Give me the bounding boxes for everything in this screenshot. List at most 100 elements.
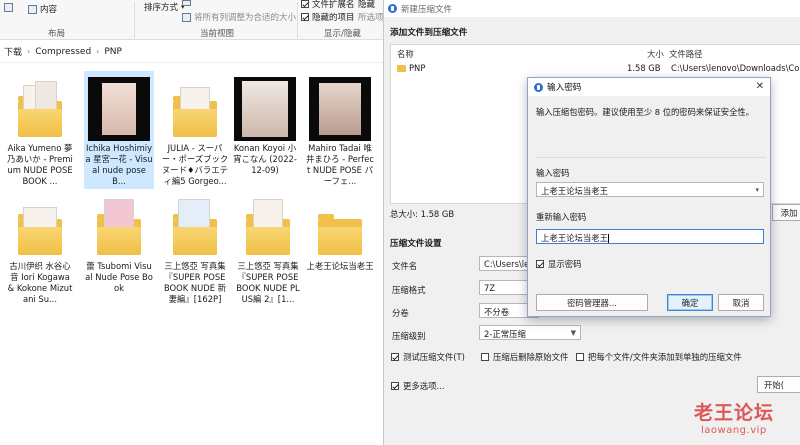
password-manager-button[interactable]: 密码管理器...: [536, 294, 648, 311]
reenter-password-value: 上老王论坛当老王: [541, 233, 608, 243]
add-button[interactable]: 添加: [772, 204, 800, 221]
ok-button[interactable]: 确定: [667, 294, 713, 311]
password-hint: 输入压缩包密码。建议使用至少 8 位的密码来保证安全性。: [536, 107, 754, 117]
breadcrumb-item-downloads[interactable]: 下载: [4, 45, 22, 58]
extensions-label: 文件扩展名: [312, 0, 355, 10]
watermark-logo: 老王论坛: [694, 402, 775, 424]
chevron-right-icon: ›: [96, 47, 100, 56]
folder-thumbnail: [88, 195, 150, 259]
watermark-url: laowang.vip: [701, 425, 767, 436]
column-header-size[interactable]: 大小: [647, 48, 664, 60]
settings-section-title: 压缩文件设置: [390, 239, 442, 249]
fit-columns-item[interactable]: 将所有列调整为合适的大小: [182, 11, 296, 23]
hide-selected-button[interactable]: 隐藏: [358, 0, 375, 10]
column-header-path[interactable]: 文件路径: [669, 48, 703, 60]
folder-thumbnail: [164, 77, 226, 141]
folder-item[interactable]: Aika Yumeno 夢乃あいか - Premium NUDE POSE BO…: [5, 71, 75, 187]
cancel-button[interactable]: 取消: [718, 294, 764, 311]
file-name: 上老王论坛当老王: [306, 261, 374, 271]
total-size: 总大小: 1.58 GB: [390, 209, 455, 219]
folder-thumbnail: [9, 77, 71, 141]
content-label: 内容: [40, 5, 58, 15]
level-select[interactable]: 2-正常压缩 ▼: [479, 325, 581, 340]
file-name: 三上悠亞 写真集『SUPER POSE BOOK NUDE PLUS編 2』[1…: [236, 261, 300, 304]
breadcrumb-item-compressed[interactable]: Compressed: [35, 47, 91, 57]
checkbox-icon: [576, 353, 584, 361]
extensions-checkbox[interactable]: 文件扩展名: [301, 0, 355, 10]
ribbon-separator: [134, 2, 135, 38]
content-view-item[interactable]: 内容: [28, 3, 57, 15]
file-name: Aika Yumeno 夢乃あいか - Premium NUDE POSE BO…: [7, 143, 73, 186]
folder-thumbnail: [309, 195, 371, 259]
folder-icon: [397, 65, 406, 72]
hidden-items-checkbox[interactable]: 隐藏的项目: [301, 11, 355, 23]
checkbox-icon: [301, 0, 309, 8]
password-dialog: 输入密码 ✕ 输入压缩包密码。建议使用至少 8 位的密码来保证安全性。 输入密码…: [527, 77, 771, 317]
list-item[interactable]: PNP: [397, 63, 425, 73]
row-path: C:\Users\lenovo\Downloads\Comp: [671, 63, 800, 73]
enter-password-field[interactable]: 上老王论坛当老王 ▾: [536, 182, 764, 197]
checkbox-icon: [391, 353, 399, 361]
photo-thumbnail: [309, 77, 371, 141]
details-pane-item[interactable]: [4, 3, 13, 12]
separate-archives-checkbox[interactable]: 把每个文件/文件夹添加到单独的压缩文件: [576, 351, 742, 363]
more-options-label: 更多选项...: [403, 381, 445, 391]
content-icon: [28, 4, 37, 14]
split-value: 不分卷: [484, 307, 510, 317]
selected-items-label: 所选项: [358, 13, 384, 23]
folder-item[interactable]: Mahiro Tadai 唯井まひろ - Perfect NUDE POSE パ…: [305, 71, 375, 187]
enter-password-label: 输入密码: [536, 168, 570, 178]
add-columns-item[interactable]: [182, 0, 191, 6]
sort-by-button[interactable]: 排序方式 ▾: [144, 1, 185, 13]
folder-item-selected[interactable]: Ichika Hoshimiya 星宮一花 - Visual nude pose…: [84, 71, 154, 189]
test-archive-label: 测试压缩文件(T): [403, 352, 465, 362]
group-label-show-hide: 显示/隐藏: [324, 29, 361, 39]
column-header-name[interactable]: 名称: [397, 48, 414, 60]
photo-thumbnail: [88, 77, 150, 141]
show-password-checkbox[interactable]: 显示密码: [536, 258, 582, 270]
app-icon: [534, 82, 543, 92]
checkbox-icon: [481, 353, 489, 361]
reenter-password-field[interactable]: 上老王论坛当老王: [536, 229, 764, 244]
chevron-down-icon: ▾: [755, 186, 759, 194]
checkbox-icon: [391, 382, 399, 390]
file-grid: Aika Yumeno 夢乃あいか - Premium NUDE POSE BO…: [0, 64, 385, 445]
sort-label: 排序方式: [144, 3, 179, 13]
folder-thumbnail: [9, 195, 71, 259]
columns-icon: [182, 0, 191, 6]
folder-item[interactable]: JULIA - スーパー・ポーズブック ヌード♦バラエティ編5 Gorgeo..…: [160, 71, 230, 187]
folder-item[interactable]: 三上悠亞 写真集『SUPER POSE BOOK NUDE 新妻編』[162P]: [160, 189, 230, 305]
folder-item[interactable]: 三上悠亞 写真集『SUPER POSE BOOK NUDE PLUS編 2』[1…: [233, 189, 303, 305]
breadcrumb-item-pnp[interactable]: PNP: [104, 47, 122, 57]
fit-columns-icon: [182, 12, 191, 22]
format-label: 压缩格式: [392, 285, 426, 295]
hidden-items-label: 隐藏的项目: [312, 13, 355, 23]
chevron-down-icon: ▼: [570, 329, 576, 337]
file-name: Ichika Hoshimiya 星宮一花 - Visual nude pose…: [85, 143, 153, 186]
text-cursor: [608, 234, 609, 243]
hide-label: 隐藏: [358, 0, 376, 10]
app-icon: [388, 4, 397, 13]
more-options-checkbox[interactable]: 更多选项...: [391, 380, 445, 392]
close-icon[interactable]: ✕: [756, 81, 764, 92]
password-dialog-title: 输入密码: [547, 83, 582, 93]
start-button[interactable]: 开始(: [757, 376, 800, 393]
selected-items-button[interactable]: 所选项: [358, 11, 384, 23]
delete-after-label: 压缩后删除原始文件: [493, 352, 569, 362]
ribbon-separator: [297, 2, 298, 38]
test-archive-checkbox[interactable]: 测试压缩文件(T): [391, 351, 465, 363]
row-name: PNP: [409, 63, 426, 73]
breadcrumb: 下载 › Compressed › PNP: [0, 41, 385, 63]
add-files-section-title: 添加文件到压缩文件: [390, 28, 468, 38]
row-size: 1.58 GB: [627, 63, 661, 73]
folder-item[interactable]: 上老王论坛当老王: [305, 189, 375, 272]
folder-item[interactable]: Konan Koyoi 小宵こなん (2022-12-09): [230, 71, 300, 176]
separate-archives-label: 把每个文件/文件夹添加到单独的压缩文件: [588, 352, 742, 362]
file-name: Mahiro Tadai 唯井まひろ - Perfect NUDE POSE パ…: [306, 143, 374, 186]
delete-after-checkbox[interactable]: 压缩后删除原始文件: [481, 351, 568, 363]
folder-item[interactable]: 蕾 Tsubomi Visual Nude Pose Book: [84, 189, 154, 294]
folder-item[interactable]: 古川伊织 水谷心音 Iori Kogawa & Kokone Mizutani …: [5, 189, 75, 305]
show-password-label: 显示密码: [548, 259, 582, 269]
fit-columns-label: 将所有列调整为合适的大小: [194, 13, 297, 23]
group-label-current-view: 当前视图: [200, 29, 235, 39]
